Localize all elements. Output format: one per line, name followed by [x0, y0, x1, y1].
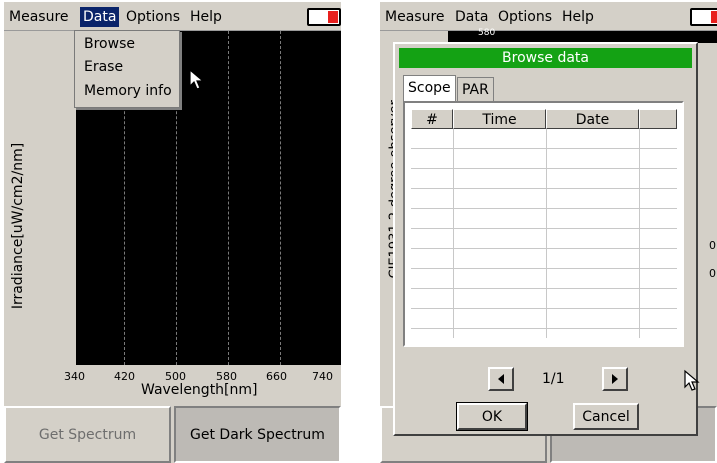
table-row[interactable]	[411, 229, 677, 249]
table-row[interactable]	[411, 189, 677, 209]
arrow-left-icon	[498, 374, 504, 384]
next-page-button[interactable]	[602, 367, 628, 391]
x-axis-label: Wavelength[nm]	[141, 382, 258, 398]
x-tick-label: 740	[312, 370, 333, 383]
mouse-cursor-icon	[189, 68, 205, 90]
menu-bar: Measure Data Options Help	[4, 2, 341, 31]
table-row[interactable]	[411, 309, 677, 329]
column-header-extra[interactable]	[639, 109, 677, 129]
mouse-cursor-icon	[684, 369, 700, 391]
table-row[interactable]	[411, 169, 677, 189]
menu-data[interactable]: Data	[80, 7, 120, 27]
ok-button[interactable]: OK	[456, 402, 528, 431]
cancel-button[interactable]: Cancel	[573, 403, 639, 430]
menu-help[interactable]: Help	[559, 7, 597, 27]
menu-measure[interactable]: Measure	[6, 7, 72, 27]
table-row[interactable]	[411, 289, 677, 309]
spectrometer-screen-main: Measure Data Options Help Irradiance[uW/…	[4, 2, 341, 463]
background-tick: 0	[709, 267, 716, 280]
menu-measure[interactable]: Measure	[382, 7, 448, 27]
prev-page-button[interactable]	[488, 367, 514, 391]
tab-par[interactable]: PAR	[457, 77, 494, 102]
table-row[interactable]	[411, 129, 677, 149]
menu-bar: Measure Data Options Help	[380, 2, 717, 31]
arrow-right-icon	[612, 374, 618, 384]
menu-item-memory-info[interactable]: Memory info	[84, 81, 172, 101]
browse-data-dialog: Browse data Scope PAR # Time Date 1/1 OK…	[393, 42, 698, 436]
background-tick: 0	[709, 239, 716, 252]
menu-data[interactable]: Data	[452, 7, 491, 27]
data-table-panel: # Time Date	[403, 101, 684, 347]
background-tick: 580	[478, 28, 496, 38]
menu-options[interactable]: Options	[495, 7, 555, 27]
column-header-time[interactable]: Time	[453, 109, 546, 129]
column-header-date[interactable]: Date	[546, 109, 639, 129]
menu-item-browse[interactable]: Browse	[84, 34, 135, 54]
table-row[interactable]	[411, 249, 677, 269]
battery-icon	[307, 8, 341, 26]
menu-help[interactable]: Help	[187, 7, 225, 27]
page-indicator: 1/1	[542, 371, 565, 387]
data-dropdown-menu: Browse Erase Memory info	[74, 30, 180, 108]
spectrometer-screen-browse: Measure Data Options Help 580 CIE1931 2-…	[380, 2, 717, 463]
battery-icon	[690, 8, 717, 26]
dialog-title: Browse data	[399, 48, 692, 68]
x-tick-label: 660	[266, 370, 287, 383]
get-dark-spectrum-button[interactable]: Get Dark Spectrum	[174, 406, 341, 463]
table-row[interactable]	[411, 269, 677, 289]
menu-options[interactable]: Options	[123, 7, 183, 27]
get-spectrum-button[interactable]: Get Spectrum	[4, 406, 171, 463]
y-axis-label: Irradiance[uW/cm2/nm]	[10, 142, 26, 310]
x-tick-label: 420	[114, 370, 135, 383]
column-header-number[interactable]: #	[411, 109, 453, 129]
table-row[interactable]	[411, 209, 677, 229]
table-row[interactable]	[411, 149, 677, 169]
x-tick-label: 340	[64, 370, 85, 383]
menu-item-erase[interactable]: Erase	[84, 57, 123, 77]
tab-scope[interactable]: Scope	[403, 75, 456, 102]
